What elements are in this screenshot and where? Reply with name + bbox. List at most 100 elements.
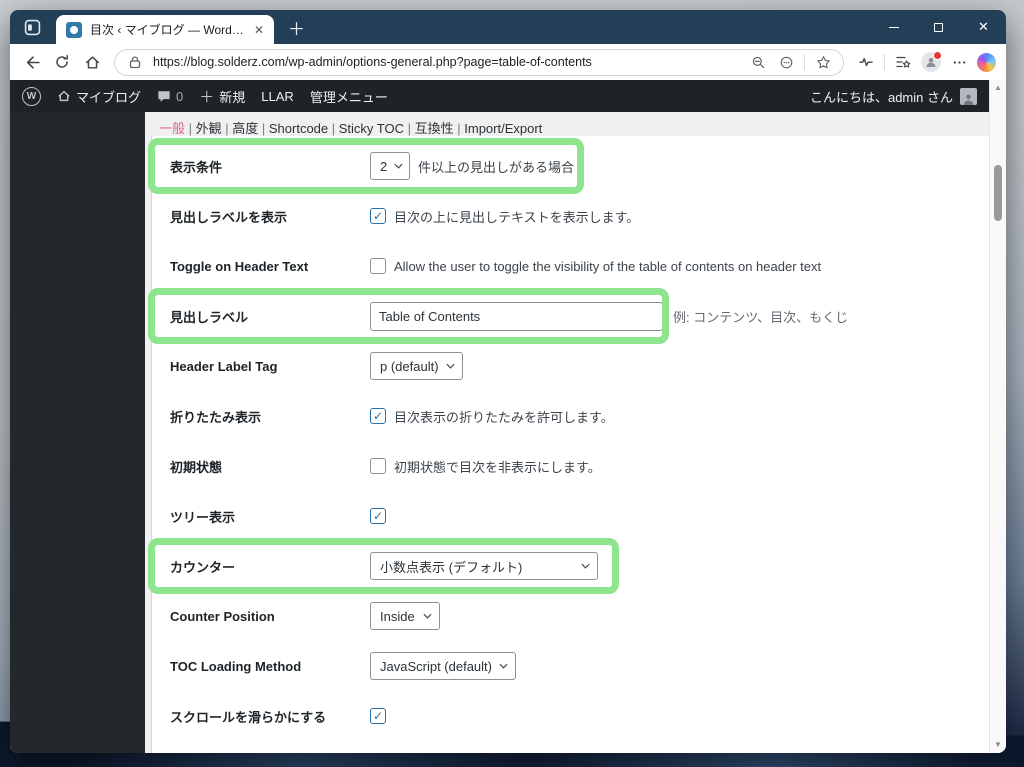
row-smooth-scroll: スクロールを滑らかにする [152,691,989,741]
setting-description: 目次表示の折りたたみを許可します。 [394,409,614,425]
setting-label: ツリー表示 [170,509,236,525]
setting-label: TOC Loading Method [170,658,302,674]
setting-label: 初期状態 [170,459,223,475]
toolbar-divider [884,54,885,70]
counter-select[interactable]: 小数点表示 (デフォルト) [370,552,598,580]
initial-state-checkbox[interactable] [370,458,386,474]
admin-bar-llar[interactable]: LLAR [261,89,294,104]
setting-label: カウンター [170,559,236,575]
favorites-bar-icon[interactable] [891,50,915,74]
setting-label: 見出しラベルを表示 [170,209,288,225]
setting-label: 表示条件 [170,159,223,175]
collapsible-checkbox[interactable] [370,408,386,424]
row-header-label: 見出しラベル 例: コンテンツ、目次、もくじ [148,288,989,344]
address-divider [804,54,805,70]
row-header-label-tag: Header Label Tag p (default) [152,341,989,391]
toc-loading-method-select[interactable]: JavaScript (default) [370,652,516,680]
admin-bar-new[interactable]: ＋ 新規 [199,86,245,107]
settings-form: 表示条件 2 件以上の見出しがある場合 見出しラベルを表示 ✓ 目次の上に見出し… [148,136,989,753]
scroll-down-icon[interactable]: ▼ [994,741,1002,749]
setting-description: 目次の上に見出しテキストを表示します。 [394,209,640,225]
admin-bar-admin-menu[interactable]: 管理メニュー [310,87,388,106]
admin-bar-comments[interactable]: 0 [157,89,183,104]
tab-actions-button[interactable] [10,10,54,44]
tab-sticky-toc[interactable]: Sticky TOC [339,121,415,136]
tab-general[interactable]: 一般 [159,121,196,136]
chevron-down-icon [499,663,508,669]
maximize-icon [934,22,943,32]
tree-view-checkbox[interactable] [370,508,386,524]
profile-avatar[interactable] [921,51,942,72]
scroll-up-icon[interactable]: ▲ [994,84,1002,92]
row-collapsible: 折りたたみ表示 目次表示の折りたたみを許可します。 [152,391,989,441]
toggle-on-header-text-checkbox[interactable] [370,258,386,274]
tab-advanced[interactable]: 高度 [232,121,269,136]
chevron-down-icon [445,363,455,369]
counter-position-select[interactable]: Inside [370,602,440,630]
home-button[interactable] [80,50,104,74]
settings-more-icon[interactable] [947,50,971,74]
new-label: 新規 [219,89,246,105]
chevron-down-icon [581,563,590,569]
site-favicon-icon [66,21,82,38]
row-show-header-label: 見出しラベルを表示 目次の上に見出しテキストを表示します。 [152,191,989,241]
row-initial-state: 初期状態 初期状態で目次を非表示にします。 [152,441,989,491]
refresh-icon [56,54,68,68]
browser-toolbar: https://blog.solderz.com/wp-admin/option… [10,44,1006,80]
tab-compatibility[interactable]: 互換性 [415,121,465,136]
row-counter: カウンター 小数点表示 (デフォルト) [148,538,989,594]
setting-label: Toggle on Header Text [170,258,309,274]
header-label-input[interactable] [370,301,663,331]
new-tab-button[interactable]: ＋ [288,15,305,40]
window-controls: ✕ [871,10,1006,44]
browser-tab[interactable]: 目次 ‹ マイブログ — WordPress ✕ [56,15,274,44]
refresh-button[interactable] [50,50,74,74]
chevron-down-icon [394,163,403,169]
tab-actions-icon [24,19,41,36]
maximize-button[interactable] [916,10,961,44]
back-icon [26,55,40,69]
reader-dots-icon[interactable] [776,52,796,72]
tab-close-icon[interactable]: ✕ [252,23,266,37]
wordpress-logo-icon[interactable]: W [22,86,41,106]
setting-label: 見出しラベル [170,309,249,325]
site-info-lock-icon[interactable] [125,52,145,72]
copilot-icon[interactable] [977,52,996,72]
setting-suffix: 件以上の見出しがある場合 [418,159,575,175]
minimize-button[interactable] [871,10,916,44]
setting-description: 初期状態で目次を非表示にします。 [394,459,601,475]
comment-icon [158,90,170,102]
row-toc-loading-method: TOC Loading Method JavaScript (default) [152,641,989,691]
tab-import-export[interactable]: Import/Export [464,121,542,136]
zoom-icon[interactable] [748,52,768,72]
show-when-select[interactable]: 2 [370,152,410,180]
setting-hint: 例: コンテンツ、目次、もくじ [673,309,849,325]
tab-shortcode[interactable]: Shortcode [269,121,339,136]
scrollbar-thumb[interactable] [994,165,1002,221]
admin-bar-account[interactable]: こんにちは、admin さん [810,87,977,106]
url-text[interactable]: https://blog.solderz.com/wp-admin/option… [153,55,740,69]
admin-bar-site[interactable]: マイブログ [57,87,141,106]
close-button[interactable]: ✕ [961,10,1006,44]
tab-appearance[interactable]: 外観 [196,121,233,136]
row-toggle-on-header-text: Toggle on Header Text Allow the user to … [152,241,989,291]
wp-admin-bar: W マイブログ 0 ＋ 新規 LLAR 管理メニュー こんにちは、admin さ… [10,80,989,112]
home-icon [85,55,99,69]
admin-avatar [960,87,977,105]
setting-label: 折りたたみ表示 [170,409,262,425]
tab-title: 目次 ‹ マイブログ — WordPress [90,23,244,37]
browser-essentials-icon[interactable] [854,50,878,74]
back-button[interactable] [20,50,44,74]
setting-label: スクロールを滑らかにする [170,709,327,725]
plugin-tab-nav: 一般 外観 高度 Shortcode Sticky TOC 互換性 Import… [145,112,989,136]
settings-page: 一般 外観 高度 Shortcode Sticky TOC 互換性 Import… [145,112,989,753]
show-header-label-checkbox[interactable] [370,208,386,224]
comment-count: 0 [176,88,184,104]
address-bar[interactable]: https://blog.solderz.com/wp-admin/option… [114,48,844,76]
header-label-tag-select[interactable]: p (default) [370,352,463,380]
chevron-down-icon [423,613,432,619]
favorite-star-icon[interactable] [813,52,833,72]
smooth-scroll-checkbox[interactable] [370,708,386,724]
page-scrollbar[interactable]: ▲ ▼ [989,80,1006,753]
minimize-icon [888,26,899,28]
